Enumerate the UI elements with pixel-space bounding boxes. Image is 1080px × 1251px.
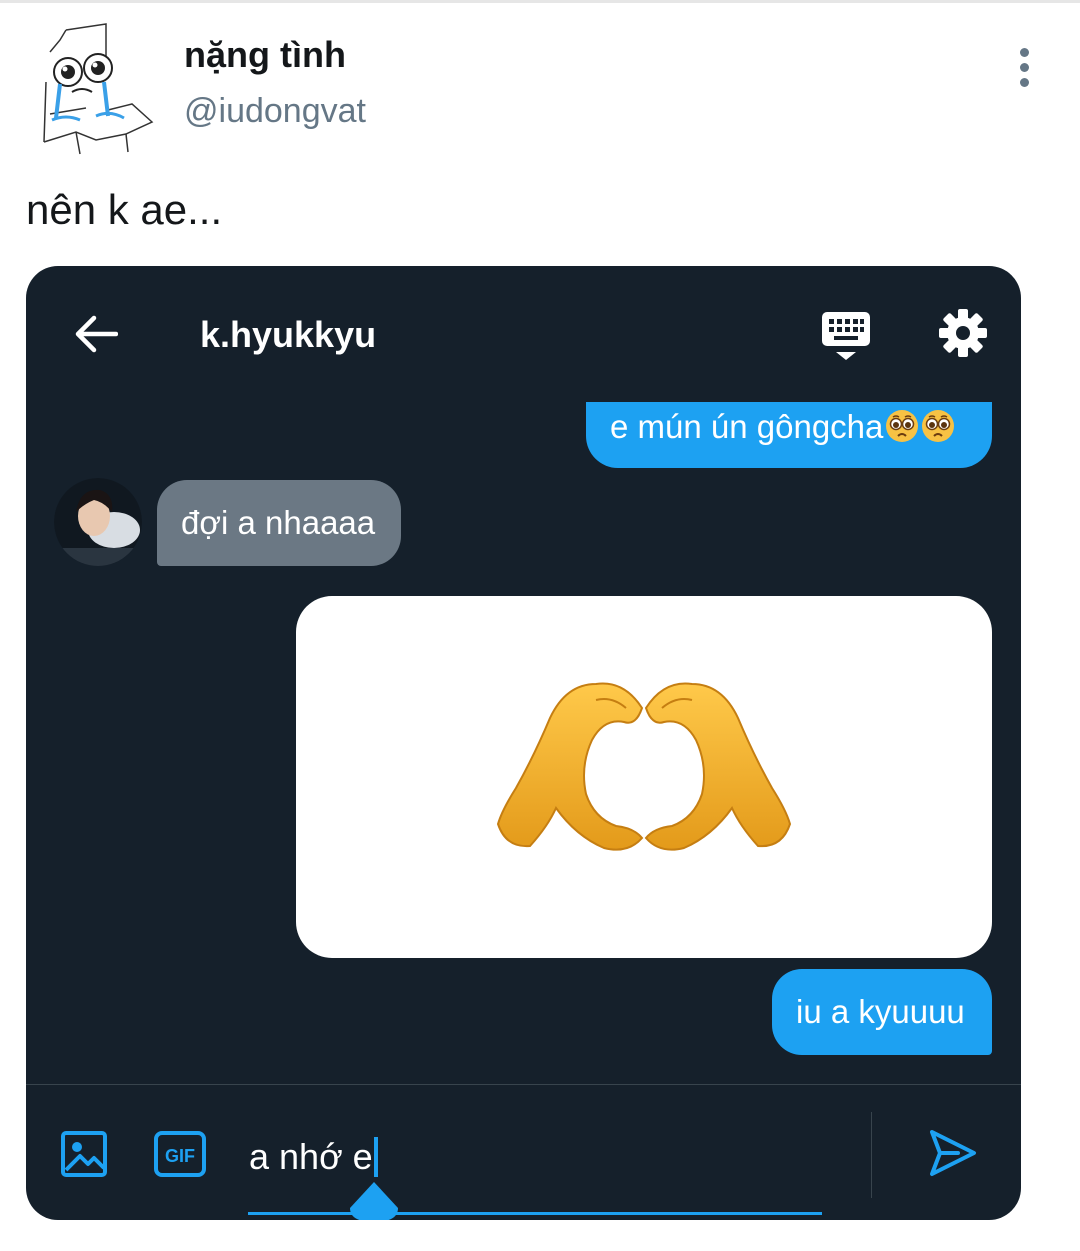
peer-avatar <box>54 478 142 566</box>
composer-divider <box>26 1084 1021 1085</box>
message-text: đợi a nhaaaa <box>181 504 376 541</box>
tweet-text: nên k ae... <box>26 186 223 233</box>
heart-hands-emoji-icon <box>496 682 792 851</box>
message-sent-2: iu a kyuuuu <box>772 969 992 1055</box>
user-handle[interactable]: @iudongvat <box>184 92 366 131</box>
message-text: e mún ún gôngcha <box>610 408 884 445</box>
gif-icon[interactable]: GIF <box>153 1130 207 1178</box>
message-received-1: đợi a nhaaaa <box>157 480 401 566</box>
more-options-icon[interactable] <box>1014 48 1036 88</box>
image-upload-icon[interactable] <box>60 1130 108 1178</box>
gear-icon <box>939 309 987 357</box>
send-icon[interactable] <box>928 1128 978 1178</box>
send-divider <box>871 1112 872 1198</box>
keyboard-icon <box>822 312 870 360</box>
cursor-handle[interactable] <box>348 1182 400 1220</box>
pleading-face-icon <box>886 410 919 442</box>
message-sent-1: e mún ún gôngcha <box>586 402 992 468</box>
pleading-face-icon <box>922 410 955 442</box>
message-input-value: a nhớ e <box>249 1136 373 1177</box>
back-arrow-icon <box>75 315 118 353</box>
message-input[interactable]: a nhớ e <box>249 1136 378 1178</box>
display-name[interactable]: nặng tình <box>184 34 346 76</box>
message-text: iu a kyuuuu <box>796 993 965 1030</box>
input-underline <box>248 1212 822 1215</box>
top-divider <box>0 0 1080 3</box>
svg-text:GIF: GIF <box>165 1146 195 1166</box>
image-message <box>296 596 992 958</box>
text-cursor <box>373 1137 378 1177</box>
chat-title: k.hyukkyu <box>200 314 377 355</box>
dm-screenshot-image[interactable]: k.hyukkyu e mún ún gôngcha đợi a nhaaaa … <box>26 266 1021 1220</box>
profile-avatar[interactable] <box>36 22 158 157</box>
